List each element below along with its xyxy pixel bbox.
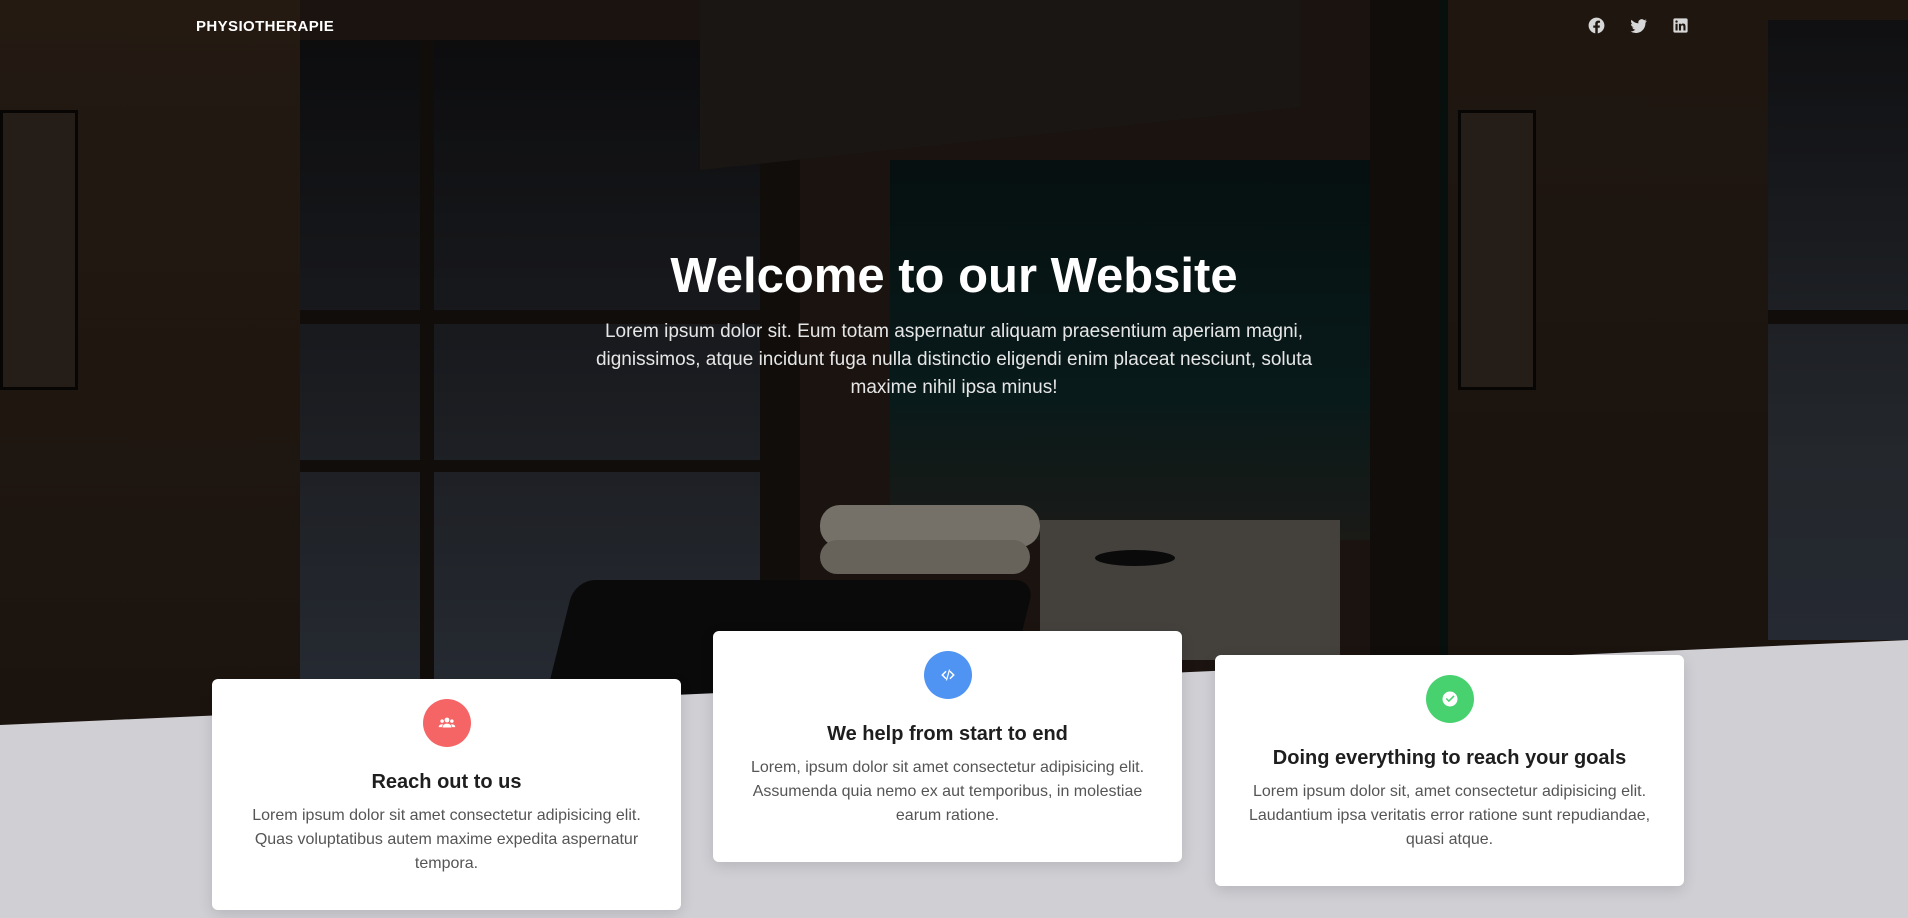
hero-title: Welcome to our Website [670, 249, 1238, 303]
feature-card-reach-out: Reach out to us Lorem ipsum dolor sit am… [212, 679, 681, 910]
users-icon [422, 699, 471, 747]
feature-card-help: We help from start to end Lorem, ipsum d… [713, 631, 1182, 862]
brand-logo[interactable]: PHYSIOTHERAPIE [196, 18, 334, 35]
hero-subtitle: Lorem ipsum dolor sit. Eum totam asperna… [595, 321, 1313, 398]
facebook-icon[interactable] [1587, 16, 1606, 35]
feature-card-goals: Doing everything to reach your goals Lor… [1215, 655, 1684, 886]
linkedin-icon[interactable] [1671, 16, 1690, 35]
card-title: Reach out to us [371, 771, 522, 793]
check-circle-icon [1425, 675, 1474, 723]
twitter-icon[interactable] [1629, 16, 1648, 35]
card-text: Lorem, ipsum dolor sit amet consectetur … [750, 759, 1145, 824]
code-icon [923, 651, 972, 699]
card-title: We help from start to end [827, 723, 1068, 745]
card-text: Lorem ipsum dolor sit, amet consectetur … [1248, 783, 1651, 848]
social-links [1587, 16, 1690, 35]
card-title: Doing everything to reach your goals [1272, 747, 1627, 769]
card-text: Lorem ipsum dolor sit amet consectetur a… [252, 807, 641, 872]
